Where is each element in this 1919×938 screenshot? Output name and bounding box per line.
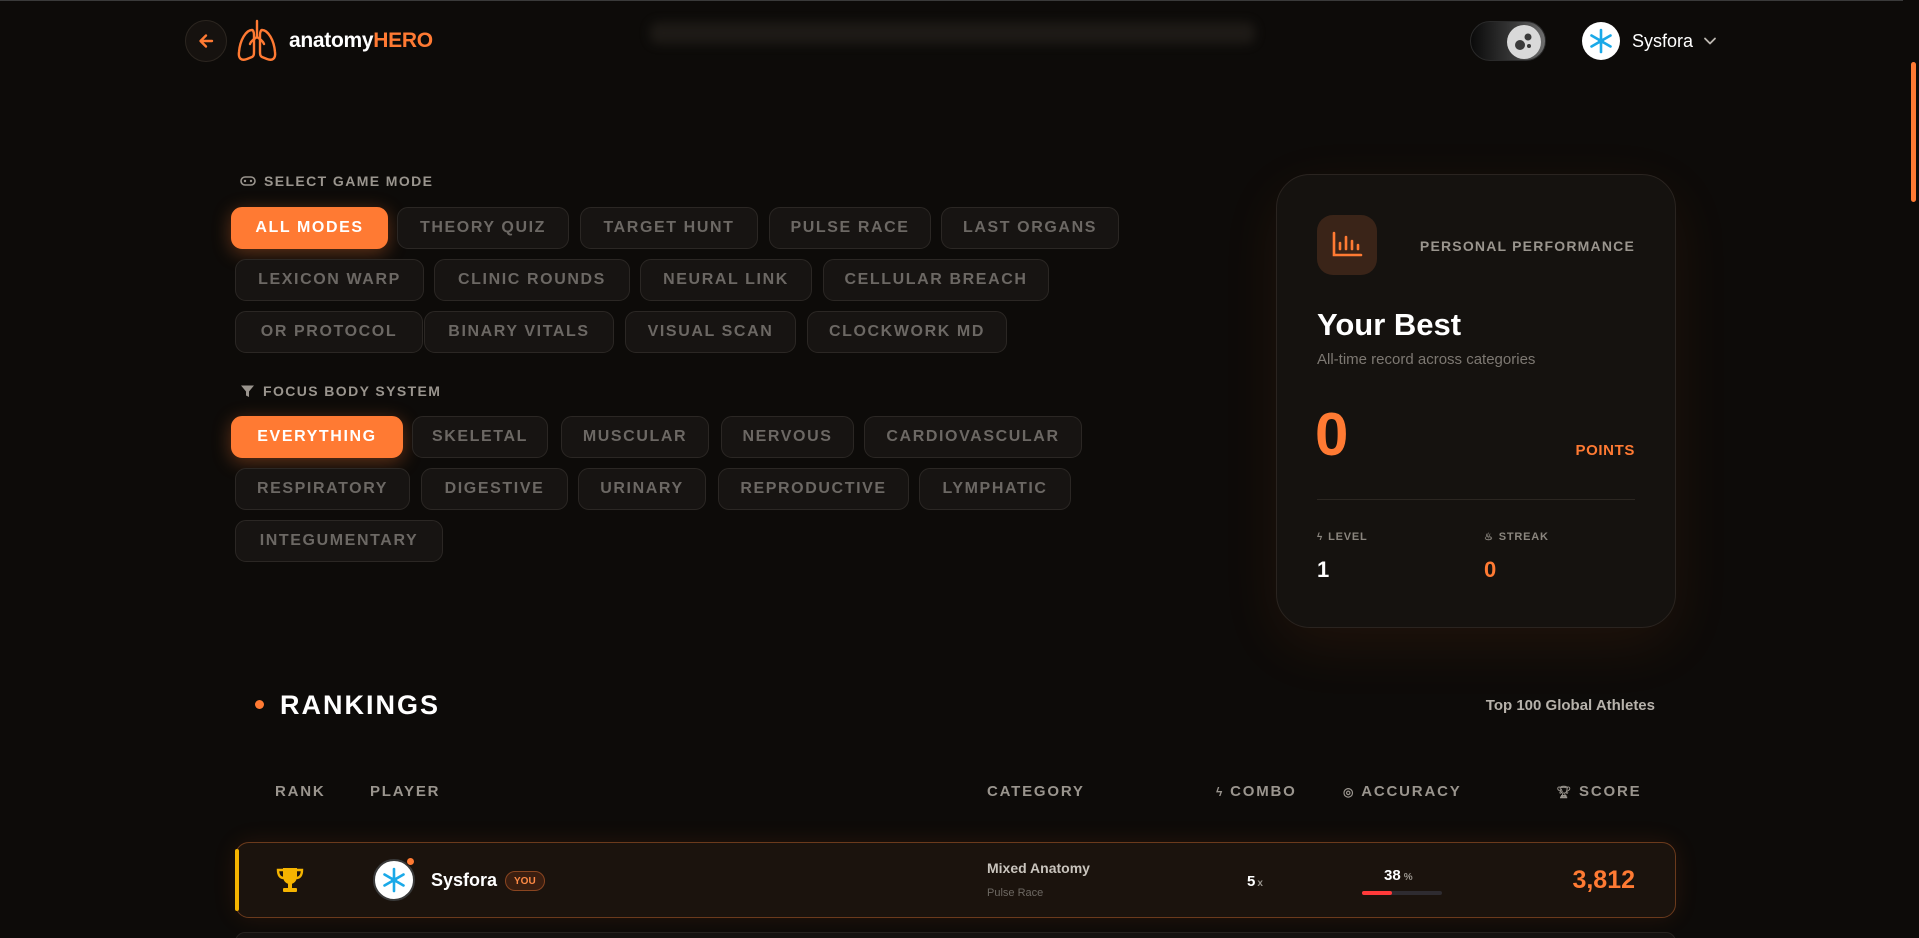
logo-text-hero: HERO [373, 29, 433, 52]
trophy-icon: 🏆︎ [1556, 784, 1574, 799]
combo-value: 5 [1247, 873, 1256, 890]
accuracy-header-text: ACCURACY [1361, 783, 1462, 800]
row-combo: 5x [1247, 873, 1263, 890]
filter-icon [241, 385, 254, 397]
logo-wordmark: anatomyHERO [289, 29, 433, 53]
combo-header-text: COMBO [1230, 783, 1297, 800]
mode-chip-target-hunt[interactable]: TARGET HUNT [580, 207, 758, 249]
combo-unit: x [1257, 878, 1263, 889]
gamepad-icon [240, 176, 256, 186]
system-chip-urinary[interactable]: URINARY [578, 468, 706, 510]
bolt-icon: ϟ [1317, 531, 1324, 543]
user-menu[interactable]: Sysfora [1582, 22, 1717, 60]
mode-chip-theory-quiz[interactable]: THEORY QUIZ [397, 207, 569, 249]
accuracy-bar-fill [1362, 891, 1393, 895]
best-points-value: 0 [1315, 401, 1349, 468]
streak-label-text: STREAK [1498, 531, 1549, 543]
accuracy-bar [1362, 891, 1442, 895]
snowflake-avatar-icon [1590, 28, 1612, 54]
mode-chip-pulse-race[interactable]: PULSE RACE [769, 207, 931, 249]
system-chip-cardiovascular[interactable]: CARDIOVASCULAR [864, 416, 1082, 458]
table-row[interactable]: Sysfora YOU Mixed Anatomy Pulse Race 5x … [235, 842, 1676, 918]
trophy-icon [276, 868, 304, 892]
system-chip-reproductive[interactable]: REPRODUCTIVE [718, 468, 909, 510]
column-header-score: 🏆︎ SCORE [1556, 783, 1641, 800]
back-button[interactable] [185, 20, 227, 62]
rank-accent-bar [235, 849, 239, 911]
rankings-subtitle: Top 100 Global Athletes [1485, 697, 1655, 714]
top-header: anatomyHERO Sysfora [0, 0, 1900, 82]
bar-chart-icon [1332, 231, 1363, 257]
rankings-dot [255, 700, 264, 709]
system-chip-muscular[interactable]: MUSCULAR [561, 416, 709, 458]
accuracy-value: 38 [1384, 867, 1401, 884]
theme-toggle-knob [1507, 25, 1541, 59]
level-label: ϟ LEVEL [1317, 531, 1368, 543]
system-chip-everything[interactable]: EVERYTHING [231, 416, 403, 458]
row-category: Mixed Anatomy [987, 860, 1090, 876]
avatar [1582, 22, 1620, 60]
level-value: 1 [1317, 557, 1330, 582]
mode-chip-all-modes[interactable]: ALL MODES [231, 207, 388, 249]
column-header-category: CATEGORY [987, 783, 1085, 800]
mode-chip-visual-scan[interactable]: VISUAL SCAN [625, 311, 796, 353]
accuracy-unit: % [1403, 872, 1413, 883]
moon-icon [1512, 30, 1536, 54]
target-icon: ◎ [1343, 784, 1356, 799]
app-logo[interactable]: anatomyHERO [235, 18, 433, 64]
score-header-text: SCORE [1579, 783, 1642, 800]
personal-performance-card: PERSONAL PERFORMANCE Your Best All-time … [1276, 174, 1676, 628]
bolt-icon: ϟ [1216, 784, 1225, 799]
system-chip-digestive[interactable]: DIGESTIVE [421, 468, 568, 510]
performance-eyebrow: PERSONAL PERFORMANCE [1419, 238, 1635, 254]
game-mode-section-label: SELECT GAME MODE [240, 173, 433, 189]
mode-chip-last-organs[interactable]: LAST ORGANS [941, 207, 1119, 249]
system-chip-nervous[interactable]: NERVOUS [721, 416, 854, 458]
mode-chip-or-protocol[interactable]: OR PROTOCOL [235, 311, 423, 353]
points-label: POINTS [1575, 442, 1635, 459]
row-score: 3,812 [1572, 866, 1635, 894]
column-header-combo: ϟ COMBO [1216, 783, 1297, 800]
level-label-text: LEVEL [1328, 531, 1368, 543]
lungs-logo-icon [237, 19, 277, 61]
system-chip-respiratory[interactable]: RESPIRATORY [235, 468, 410, 510]
rankings-title: RANKINGS [280, 690, 441, 720]
column-header-rank: RANK [275, 783, 326, 800]
snowflake-avatar-icon [383, 867, 405, 893]
performance-title: Your Best [1317, 307, 1462, 342]
column-header-accuracy: ◎ ACCURACY [1343, 783, 1462, 800]
logo-text-anatomy: anatomy [289, 29, 374, 52]
online-status-dot [406, 857, 415, 866]
theme-toggle[interactable] [1470, 21, 1546, 61]
card-divider [1317, 499, 1635, 500]
performance-icon-tile [1317, 215, 1377, 275]
performance-subtitle: All-time record across categories [1317, 351, 1536, 368]
system-chip-skeletal[interactable]: SKELETAL [412, 416, 548, 458]
back-arrow-icon [199, 34, 214, 48]
system-chip-integumentary[interactable]: INTEGUMENTARY [235, 520, 443, 562]
streak-label: ♨ STREAK [1484, 531, 1549, 543]
row-accuracy: 38% [1384, 867, 1413, 884]
game-mode-label-text: SELECT GAME MODE [264, 173, 434, 189]
blurred-banner [650, 22, 1255, 44]
mode-chip-neural-link[interactable]: NEURAL LINK [640, 259, 812, 301]
row-mode: Pulse Race [987, 887, 1044, 899]
you-badge: YOU [505, 871, 545, 891]
body-system-section-label: FOCUS BODY SYSTEM [240, 383, 441, 399]
column-header-player: PLAYER [370, 783, 441, 800]
flame-icon: ♨ [1484, 531, 1494, 543]
chevron-down-icon [1704, 37, 1716, 45]
user-name: Sysfora [1632, 30, 1694, 51]
mode-chip-binary-vitals[interactable]: BINARY VITALS [424, 311, 614, 353]
player-name[interactable]: Sysfora [431, 870, 497, 891]
mode-chip-clinic-rounds[interactable]: CLINIC ROUNDS [434, 259, 630, 301]
system-chip-lymphatic[interactable]: LYMPHATIC [919, 468, 1071, 510]
streak-value: 0 [1484, 557, 1497, 582]
mode-chip-clockwork-md[interactable]: CLOCKWORK MD [807, 311, 1007, 353]
mode-chip-lexicon-warp[interactable]: LEXICON WARP [235, 259, 424, 301]
mode-chip-cellular-breach[interactable]: CELLULAR BREACH [823, 259, 1049, 301]
scrollbar-thumb[interactable] [1911, 62, 1916, 202]
body-system-label-text: FOCUS BODY SYSTEM [263, 383, 442, 399]
table-row[interactable] [235, 932, 1676, 938]
